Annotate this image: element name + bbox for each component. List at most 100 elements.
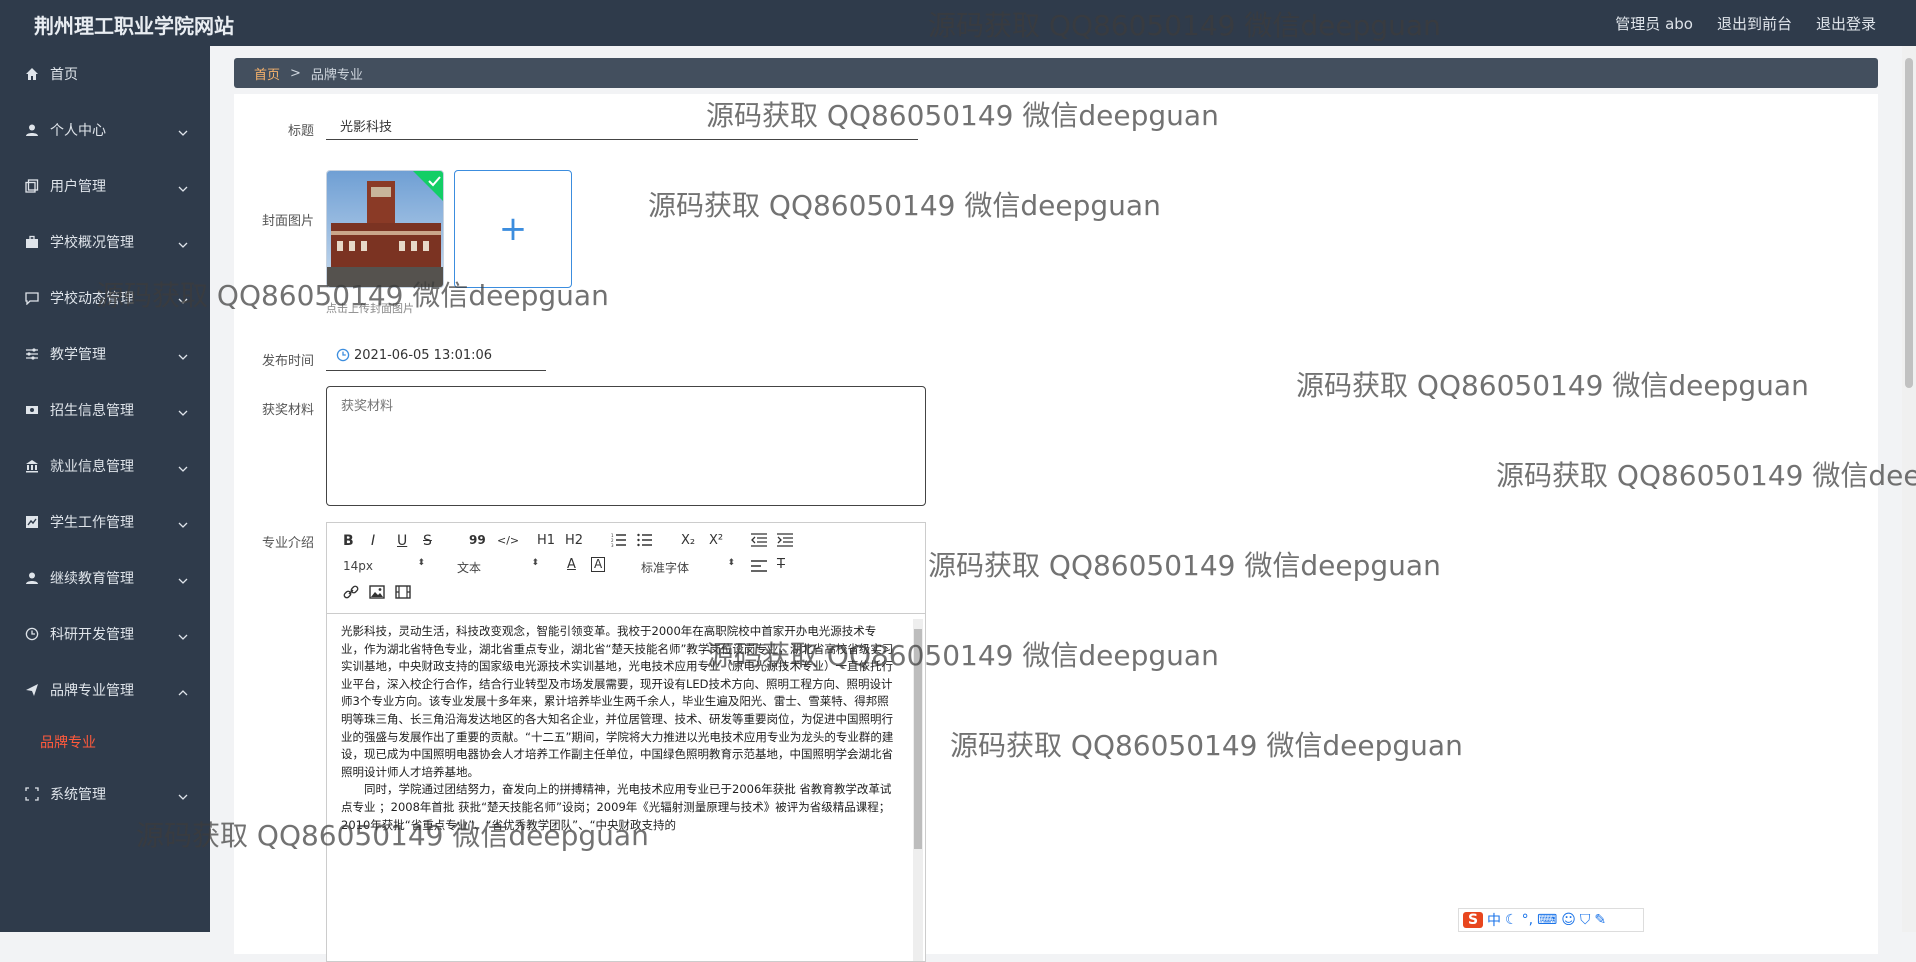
chevron-down-icon [178, 124, 188, 140]
user-icon[interactable]: ☺ [1561, 912, 1576, 928]
link-icon[interactable] [343, 585, 359, 603]
sidebar-item-brand-major[interactable]: 品牌专业管理 [0, 662, 210, 718]
user-icon [24, 122, 40, 138]
logout-link[interactable]: 退出登录 [1816, 13, 1876, 34]
sidebar-item-admission[interactable]: 招生信息管理 [0, 382, 210, 438]
cover-hint: 点击上传封面图片 [326, 302, 414, 315]
sidebar-item-user-management[interactable]: 用户管理 [0, 158, 210, 214]
subscript-button[interactable]: X₂ [681, 533, 695, 548]
site-title: 荆州理工职业学院网站 [34, 14, 234, 38]
font-size-value: 14px [343, 559, 373, 573]
sidebar: 首页 个人中心 用户管理 学校概况管理 学校动态管理 教学管理 招生信息管理 就… [0, 46, 210, 932]
svg-text:3: 3 [611, 543, 614, 547]
keyboard-icon[interactable]: ⌨ [1537, 912, 1557, 928]
top-links: 管理员 abo 退出到前台 退出登录 [1615, 13, 1876, 34]
chevron-down-icon [178, 236, 188, 252]
code-block-button[interactable]: </> [497, 534, 519, 547]
chevron-down-icon [178, 180, 188, 196]
wrench-icon[interactable]: ✎ [1594, 912, 1606, 928]
cover-image-thumbnail[interactable] [326, 170, 444, 288]
award-label: 获奖材料 [261, 403, 314, 418]
page-scrollbar-thumb[interactable] [1905, 58, 1913, 388]
chevron-down-icon [178, 628, 188, 644]
clear-format-icon[interactable]: T [777, 557, 785, 572]
upload-cover-button[interactable]: + [454, 170, 572, 288]
bank-icon [24, 458, 40, 474]
editor-scrollbar-thumb[interactable] [914, 629, 922, 849]
chevron-down-icon [178, 348, 188, 364]
font-color-icon[interactable]: A [567, 557, 576, 572]
strike-button[interactable]: S [423, 533, 432, 549]
publish-time-picker[interactable]: 2021-06-05 13:01:06 [326, 340, 546, 371]
editor-paragraph: 同时，学院通过团结努力，奋发向上的拼搏精神，光电技术应用专业已于2006年获批 … [341, 782, 892, 832]
sidebar-item-label: 个人中心 [50, 123, 106, 139]
sidebar-item-employment[interactable]: 就业信息管理 [0, 438, 210, 494]
sidebar-item-label: 首页 [50, 67, 78, 83]
sidebar-item-school-news[interactable]: 学校动态管理 [0, 270, 210, 326]
shirt-icon[interactable]: ⛉ [1580, 912, 1591, 928]
title-input[interactable] [326, 112, 918, 140]
breadcrumb-current: 品牌专业 [310, 67, 363, 83]
editor-scrollbar[interactable] [913, 619, 923, 961]
heading2-button[interactable]: H2 [565, 533, 583, 548]
sidebar-item-label: 系统管理 [50, 787, 106, 803]
frame-icon [24, 786, 40, 802]
bullet-list-icon[interactable] [637, 533, 653, 551]
superscript-button[interactable]: X² [709, 533, 723, 548]
sidebar-item-label: 教学管理 [50, 347, 106, 363]
breadcrumb-home-link[interactable]: 首页 [254, 64, 280, 83]
rich-text-editor: B I U S 99 </> H1 H2 123 X₂ X² 14px ⬍ 文本… [326, 522, 926, 962]
admin-user-label[interactable]: 管理员 abo [1615, 13, 1693, 34]
heading1-button[interactable]: H1 [537, 533, 555, 548]
moon-icon[interactable]: ☾ [1505, 912, 1518, 928]
sidebar-item-continuing-education[interactable]: 继续教育管理 [0, 550, 210, 606]
publish-time-label: 发布时间 [261, 354, 314, 369]
award-textarea[interactable] [326, 386, 926, 506]
ordered-list-icon[interactable]: 123 [611, 533, 627, 551]
underline-button[interactable]: U [397, 533, 407, 549]
clock-icon [24, 626, 40, 642]
font-size-select[interactable]: 14px ⬍ [343, 558, 425, 573]
sidebar-item-school-overview[interactable]: 学校概况管理 [0, 214, 210, 270]
sidebar-item-label: 品牌专业管理 [50, 683, 134, 699]
sidebar-item-personal-center[interactable]: 个人中心 [0, 102, 210, 158]
bold-button[interactable]: B [343, 533, 354, 549]
sidebar-subitem-brand-major[interactable]: 品牌专业 [0, 718, 210, 766]
outdent-icon[interactable] [751, 533, 767, 551]
video-icon[interactable] [395, 585, 411, 603]
select-arrows-icon: ⬍ [531, 558, 539, 568]
briefcase-icon [24, 234, 40, 250]
italic-button[interactable]: I [371, 533, 375, 549]
exit-to-front-link[interactable]: 退出到前台 [1717, 13, 1792, 34]
sidebar-item-system[interactable]: 系统管理 [0, 766, 210, 822]
punctuation-icon[interactable]: °, [1522, 912, 1533, 928]
ime-toolbar[interactable]: S 中 ☾ °, ⌨ ☺ ⛉ ✎ [1458, 908, 1644, 932]
breadcrumb-separator: > [290, 65, 301, 81]
sidebar-item-student-work[interactable]: 学生工作管理 [0, 494, 210, 550]
text-type-select[interactable]: 文本 ⬍ [457, 558, 539, 576]
image-icon[interactable] [369, 585, 385, 603]
sidebar-item-teaching[interactable]: 教学管理 [0, 326, 210, 382]
breadcrumb: 首页 > 品牌专业 [234, 58, 1878, 88]
font-family-select[interactable]: 标准字体 ⬍ [641, 558, 735, 576]
edit-form: 标题 封面图片 + 点击上传封面图片 [234, 94, 1878, 962]
sidebar-item-research[interactable]: 科研开发管理 [0, 606, 210, 662]
ime-language-indicator[interactable]: 中 [1487, 910, 1501, 930]
sidebar-item-label: 就业信息管理 [50, 459, 134, 475]
chevron-down-icon [178, 572, 188, 588]
intro-label: 专业介绍 [261, 536, 314, 551]
indent-icon[interactable] [777, 533, 793, 551]
align-icon[interactable] [751, 559, 767, 577]
editor-content[interactable]: 光影科技，灵动生活，科技改变观念，智能引领变革。我校于2000年在高职院校中首家… [327, 613, 911, 961]
select-arrows-icon: ⬍ [727, 558, 735, 568]
chat-icon [24, 290, 40, 306]
cover-image [327, 171, 443, 287]
background-color-icon[interactable]: A [591, 557, 606, 572]
sidebar-item-home[interactable]: 首页 [0, 46, 210, 102]
page-scrollbar[interactable] [1902, 46, 1916, 932]
chevron-down-icon [178, 404, 188, 420]
cover-label: 封面图片 [261, 214, 314, 229]
chevron-up-icon [178, 684, 188, 700]
blockquote-button[interactable]: 99 [469, 533, 486, 547]
sidebar-item-label: 科研开发管理 [50, 627, 134, 643]
